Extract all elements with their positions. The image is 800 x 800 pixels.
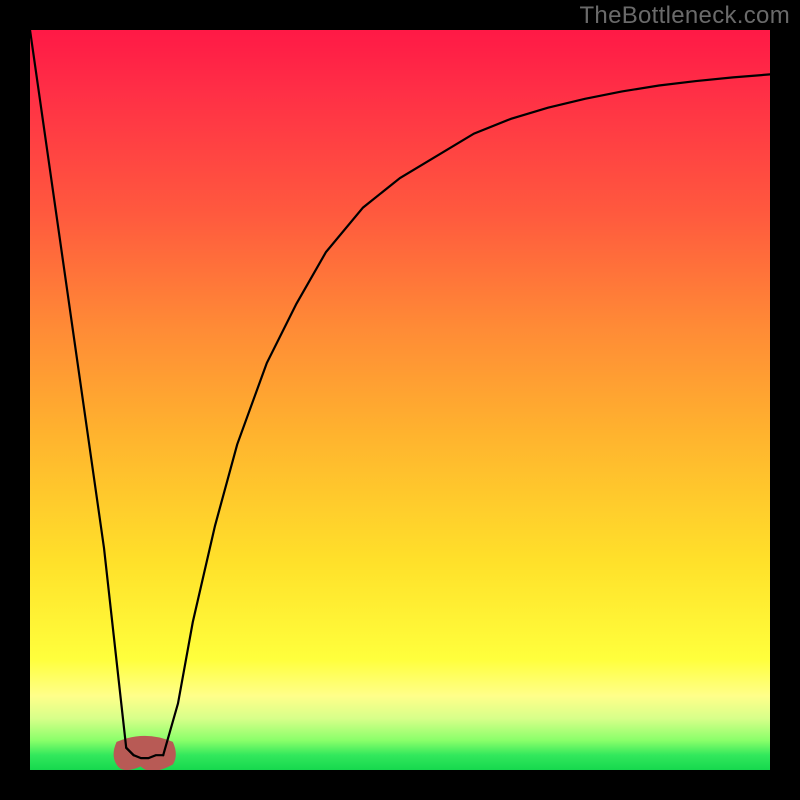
curve-layer <box>30 30 770 770</box>
curve-left-branch <box>30 30 134 755</box>
plot-area <box>30 30 770 770</box>
watermark-text: TheBottleneck.com <box>579 2 790 30</box>
chart-frame: TheBottleneck.com <box>0 0 800 800</box>
curve-right-branch <box>163 74 770 755</box>
